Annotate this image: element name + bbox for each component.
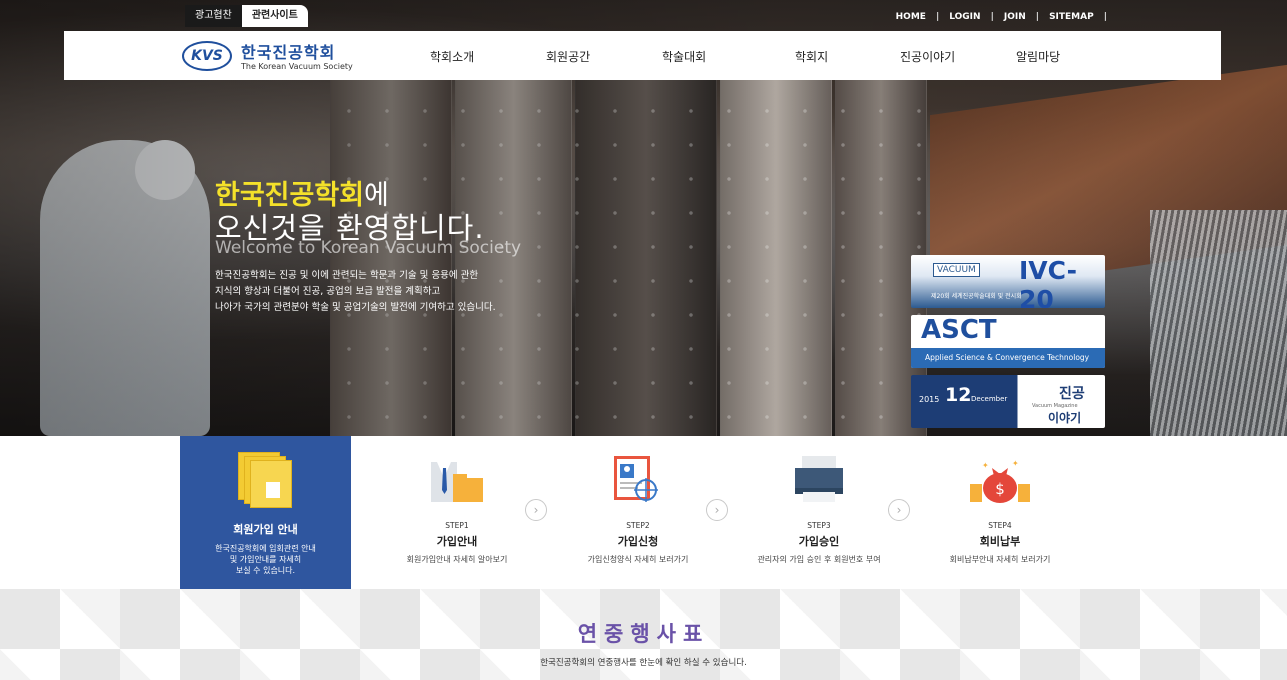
schedule-description: 한국진공학회의 연중행사를 한눈에 확인 하실 수 있습니다. <box>540 658 747 668</box>
logo-name-en: The Korean Vacuum Society <box>241 62 353 71</box>
join-link[interactable]: JOIN <box>1004 12 1026 22</box>
magazine-title-kr: 진공 <box>1059 386 1085 402</box>
suit-folder-icon <box>431 462 483 502</box>
step-4-label: STEP4 <box>988 521 1012 530</box>
tab-related-sites[interactable]: 관련사이트 <box>241 5 308 27</box>
join-guide-title: 회원가입 안내 <box>233 523 298 536</box>
chevron-right-icon: › <box>525 499 547 521</box>
ivc-subtitle: 제20회 세계진공학술대회 및 전시회 <box>931 293 1022 300</box>
nav-notice[interactable]: 알림마당 <box>1016 48 1060 65</box>
hero-subtitle-en: Welcome to Korean Vacuum Society <box>215 238 522 258</box>
ivc-title: IVC-20 <box>1019 256 1077 308</box>
hero-description: 한국진공학회는 진공 및 이에 관련되는 학문과 기술 및 응용에 관한 지식의… <box>215 268 496 316</box>
step-1-label: STEP1 <box>445 521 469 530</box>
step-4[interactable]: $ ✦ ✦ STEP4 회비납부 회비납부안내 자세히 보러가기 <box>910 436 1090 589</box>
sitemap-link[interactable]: SITEMAP <box>1049 12 1094 22</box>
step-1-desc: 회원가입안내 자세히 알아보기 <box>406 555 508 564</box>
login-link[interactable]: LOGIN <box>949 12 980 22</box>
utility-tabs: 광고협찬 관련사이트 <box>185 5 308 27</box>
utility-links: HOME | LOGIN | JOIN | SITEMAP | <box>896 12 1107 22</box>
step-3-label: STEP3 <box>807 521 831 530</box>
step-2-label: STEP2 <box>626 521 650 530</box>
join-guide-desc-line: 및 가입안내를 자세히 <box>229 555 302 564</box>
documents-icon <box>238 452 292 508</box>
step-3[interactable]: STEP3 가입승인 관리자의 가입 승인 후 회원번호 부여 <box>729 436 909 589</box>
separator: | <box>1103 12 1107 22</box>
sheet-corner <box>266 482 280 498</box>
separator: | <box>1035 12 1040 22</box>
separator: | <box>990 12 994 22</box>
nav-journal[interactable]: 학회지 <box>795 48 828 65</box>
nav-about-society[interactable]: 학회소개 <box>430 48 474 65</box>
asct-banner[interactable]: ASCT Applied Science & Convergence Techn… <box>911 315 1105 368</box>
magazine-issue-number: 12 <box>945 384 972 406</box>
vacuum-magazine-banner[interactable]: 2015 12 December 진공 Vacuum Magazine 이야기 <box>911 375 1105 428</box>
chevron-right-icon: › <box>888 499 910 521</box>
nav-vacuum-story[interactable]: 진공이야기 <box>900 48 955 65</box>
step-2[interactable]: STEP2 가입신청 가입신청양식 자세히 보러가기 <box>548 436 728 589</box>
svg-text:✦: ✦ <box>982 461 989 470</box>
join-guide-box[interactable]: 회원가입 안내 한국진공학회에 입회관련 안내 및 가입안내를 자세히 보실 수… <box>180 436 351 589</box>
chevron-right-icon: › <box>706 499 728 521</box>
join-guide-desc-line: 한국진공학회에 입회관련 안내 <box>215 544 316 553</box>
asct-title: ASCT <box>921 315 997 345</box>
membership-steps: 회원가입 안내 한국진공학회에 입회관련 안내 및 가입안내를 자세히 보실 수… <box>0 436 1287 589</box>
step-1[interactable]: STEP1 가입안내 회원가입안내 자세히 알아보기 <box>367 436 547 589</box>
magazine-month: December <box>971 395 1008 403</box>
tab-ad-sponsorship[interactable]: 광고협찬 <box>185 5 242 27</box>
hero-desc-line: 지식의 향상과 더불어 진공, 공업의 보급 발전을 계획하고 <box>215 286 441 297</box>
join-guide-desc: 한국진공학회에 입회관련 안내 및 가입안내를 자세히 보실 수 있습니다. <box>180 543 351 576</box>
step-4-title: 회비납부 <box>979 535 1021 548</box>
schedule-title: 연중행사표 <box>577 622 710 646</box>
magazine-title-kr2: 이야기 <box>1048 411 1082 425</box>
step-2-desc: 가입신청양식 자세히 보러가기 <box>587 555 689 564</box>
main-navbar: KVS 한국진공학회 The Korean Vacuum Society 학회소… <box>64 31 1221 80</box>
application-form-icon <box>614 456 658 502</box>
step-3-desc: 관리자의 가입 승인 후 회원번호 부여 <box>757 555 881 564</box>
printer-icon <box>795 456 843 502</box>
nav-conference[interactable]: 학술대회 <box>662 48 706 65</box>
money-bag-icon: $ ✦ ✦ <box>970 459 1030 503</box>
asct-subtitle: Applied Science & Convergence Technology <box>911 348 1105 368</box>
ivc-vacuum-label: VACUUM <box>933 263 980 277</box>
step-4-desc: 회비납부안내 자세히 보러가기 <box>949 555 1051 564</box>
logo-name-kr[interactable]: 한국진공학회 <box>241 39 335 63</box>
hero-banner: 광고협찬 관련사이트 HOME | LOGIN | JOIN | SITEMAP… <box>0 0 1287 436</box>
step-2-title: 가입신청 <box>617 535 659 548</box>
svg-text:$: $ <box>995 480 1005 498</box>
annual-schedule-section: 연중행사표 한국진공학회의 연중행사를 한눈에 확인 하실 수 있습니다. <box>0 589 1287 680</box>
separator: | <box>935 12 940 22</box>
hero-desc-line: 한국진공학회는 진공 및 이에 관련되는 학문과 기술 및 응용에 관한 <box>215 270 479 281</box>
step-3-title: 가입승인 <box>798 535 840 548</box>
svg-text:✦: ✦ <box>1012 459 1019 468</box>
join-guide-desc-line: 보실 수 있습니다. <box>235 566 296 575</box>
kvs-logo-badge[interactable]: KVS <box>182 41 232 71</box>
ivc20-banner[interactable]: VACUUM IVC-20 제20회 세계진공학술대회 및 전시회 <box>911 255 1105 308</box>
home-link[interactable]: HOME <box>896 12 926 22</box>
nav-members[interactable]: 회원공간 <box>546 48 590 65</box>
magazine-year: 2015 <box>919 395 940 404</box>
step-1-title: 가입안내 <box>436 535 478 548</box>
hero-desc-line: 나아가 국가의 관련분야 학술 및 공업기술의 발전에 기여하고 있습니다. <box>215 302 496 313</box>
